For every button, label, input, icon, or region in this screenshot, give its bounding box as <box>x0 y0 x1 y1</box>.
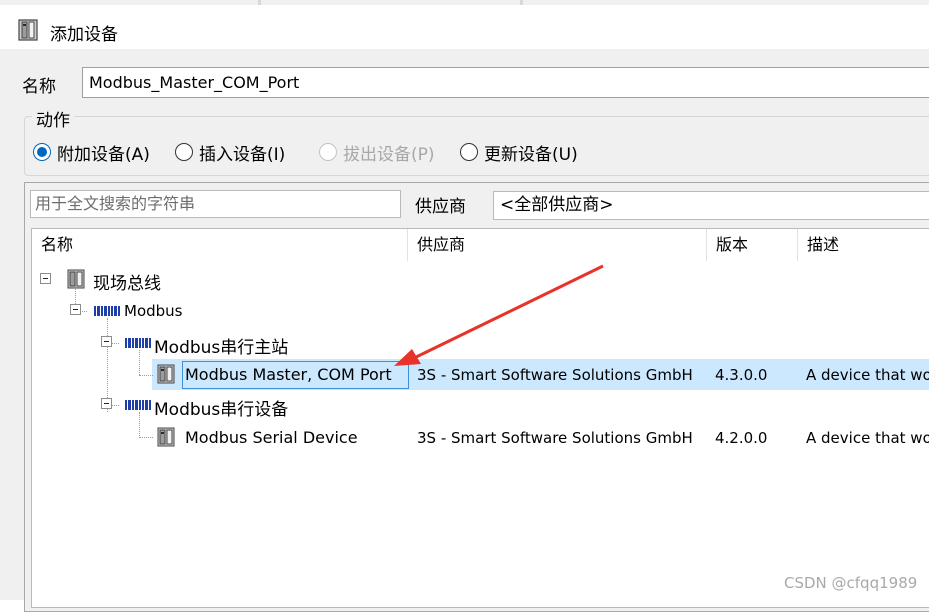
radio-update-device[interactable]: 更新设备(U) <box>460 140 578 165</box>
tree-line <box>139 375 153 376</box>
radio-label: 更新设备(U) <box>484 144 578 165</box>
column-header-description[interactable]: 描述 <box>798 229 929 261</box>
action-legend: 动作 <box>32 106 74 131</box>
tree-node-label[interactable]: Modbus <box>124 302 182 320</box>
radio-label: 拔出设备(P) <box>343 144 435 165</box>
radio-dot[interactable] <box>460 143 478 161</box>
radio-insert-device[interactable]: 插入设备(I) <box>175 140 286 165</box>
collapse-toggle[interactable] <box>101 398 112 409</box>
name-label: 名称 <box>22 77 56 97</box>
modbus-icon <box>94 306 120 316</box>
column-header-name[interactable]: 名称 <box>32 229 408 261</box>
name-input[interactable]: Modbus_Master_COM_Port <box>82 67 929 98</box>
column-header-version[interactable]: 版本 <box>707 229 798 261</box>
version-cell: 4.2.0.0 <box>715 429 768 447</box>
description-cell: A device that wor <box>806 429 929 447</box>
modbus-icon <box>125 338 151 348</box>
radio-label: 附加设备(A) <box>57 144 150 165</box>
collapse-toggle[interactable] <box>40 273 51 284</box>
fulltext-search-input[interactable]: 用于全文搜索的字符串 <box>30 190 401 218</box>
tree-node-label[interactable]: Modbus串行主站 <box>154 333 288 358</box>
radio-label: 插入设备(I) <box>199 144 286 165</box>
device-chassis-icon <box>18 19 38 41</box>
vendor-cell: 3S - Smart Software Solutions GmbH <box>417 366 693 384</box>
column-header-vendor[interactable]: 供应商 <box>408 229 707 261</box>
radio-dot-disabled <box>319 143 337 161</box>
tree-line <box>139 437 153 438</box>
title-bar[interactable]: 添加设备 <box>0 5 929 49</box>
tree-node-label[interactable]: Modbus Serial Device <box>185 428 358 447</box>
tree-node-label[interactable]: 现场总线 <box>93 269 161 294</box>
radio-dot-selected[interactable] <box>33 143 51 161</box>
radio-dot[interactable] <box>175 143 193 161</box>
tree-line <box>139 412 140 438</box>
tree-node-label[interactable]: Modbus串行设备 <box>154 395 288 420</box>
dialog-title: 添加设备 <box>50 25 118 45</box>
collapse-toggle[interactable] <box>70 304 81 315</box>
collapse-toggle[interactable] <box>101 336 112 347</box>
vendor-cell: 3S - Smart Software Solutions GmbH <box>417 429 693 447</box>
fieldbus-icon <box>67 269 85 289</box>
version-cell: 4.3.0.0 <box>715 366 768 384</box>
description-cell: A device that wor <box>806 366 929 384</box>
vendor-filter-label: 供应商 <box>415 197 466 217</box>
tree-line <box>139 350 140 375</box>
device-icon <box>157 364 175 384</box>
radio-append-device[interactable]: 附加设备(A) <box>33 140 150 165</box>
tree-node-label-selected[interactable]: Modbus Master, COM Port <box>185 365 392 384</box>
vendor-filter-select[interactable]: <全部供应商> <box>493 191 929 220</box>
modbus-icon <box>125 400 151 410</box>
device-icon <box>157 427 175 447</box>
watermark: CSDN @cfqq1989 <box>784 574 918 592</box>
radio-unplug-device: 拔出设备(P) <box>319 140 435 165</box>
